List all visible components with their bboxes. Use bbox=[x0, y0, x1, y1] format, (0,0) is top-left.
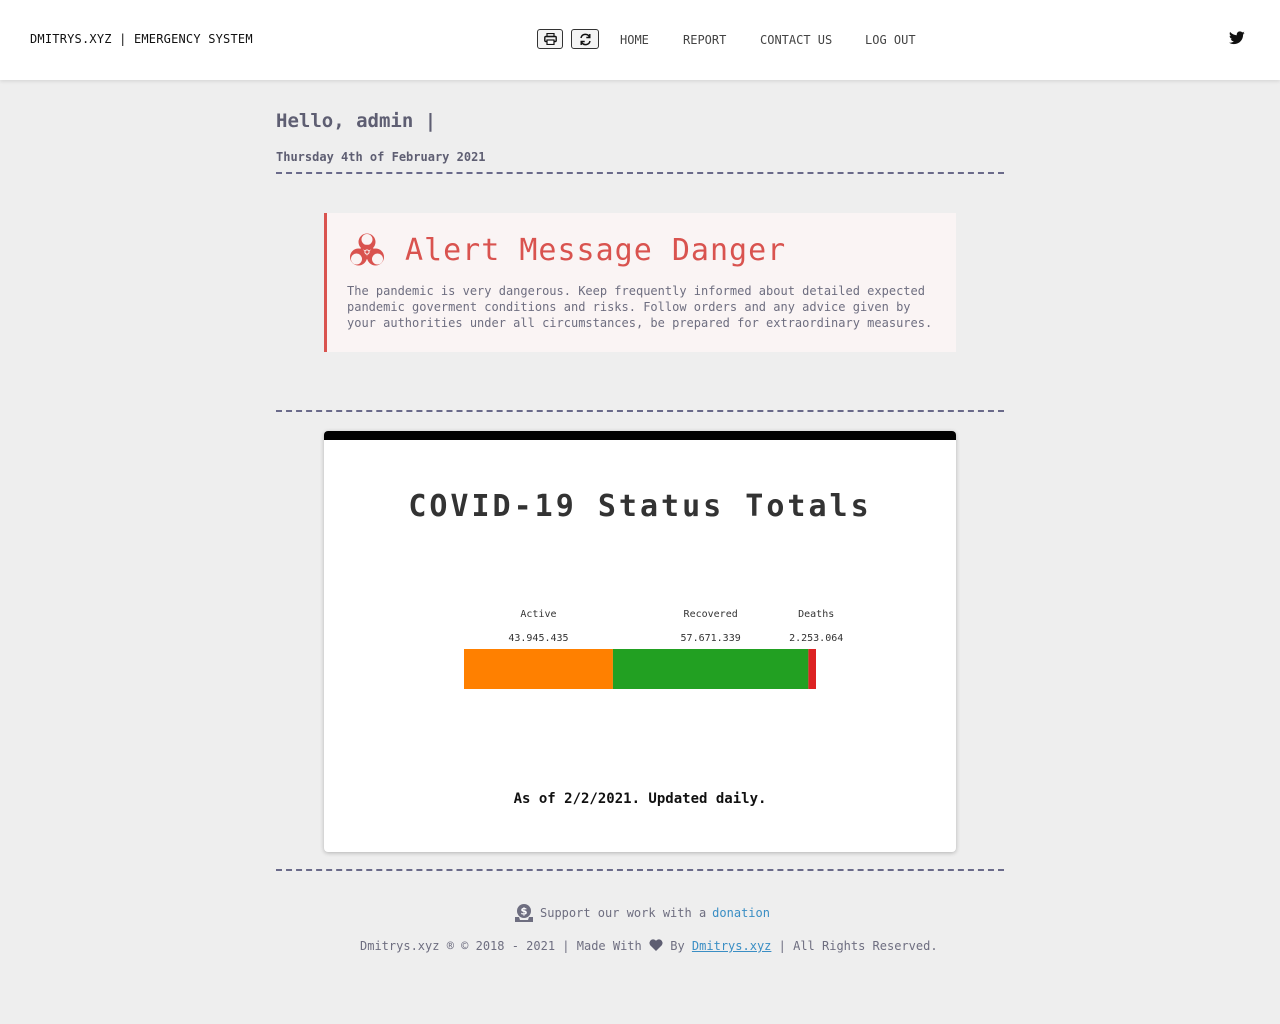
bar-segment-deaths bbox=[808, 649, 816, 689]
refresh-icon bbox=[579, 33, 591, 45]
footer: Dmitrys.xyz ® © 2018 - 2021 | Made With … bbox=[360, 939, 938, 953]
alert-danger-box: Alert Message Danger The pandemic is ver… bbox=[324, 213, 956, 352]
bar-segment-active bbox=[464, 649, 613, 689]
divider bbox=[276, 410, 1004, 412]
by-text: By bbox=[670, 939, 685, 953]
biohazard-icon bbox=[350, 233, 384, 266]
category-label: Recovered bbox=[684, 609, 738, 620]
covid-status-card: COVID-19 Status Totals Active 43.945.435 R… bbox=[324, 431, 956, 852]
alert-title: Alert Message Danger bbox=[405, 233, 787, 268]
value-label: 57.671.339 bbox=[681, 633, 741, 644]
copyright-text: Dmitrys.xyz ® © 2018 - 2021 | Made With bbox=[360, 939, 642, 953]
value-label: 2.253.064 bbox=[789, 633, 843, 644]
stacked-bar-chart: Active 43.945.435 Recovered 57.671.339 Death… bbox=[464, 609, 843, 689]
category-label: Deaths bbox=[798, 609, 834, 620]
money-bag-icon: $ bbox=[515, 904, 533, 922]
bar-segment-recovered bbox=[612, 649, 809, 689]
updated-note: As of 2/2/2021. Updated daily. bbox=[513, 791, 767, 807]
alert-message: The pandemic is very dangerous. Keep fre… bbox=[347, 284, 933, 330]
donation-link[interactable]: donation bbox=[712, 906, 770, 920]
print-icon bbox=[543, 33, 557, 45]
greeting-heading: Hello, admin | bbox=[276, 110, 437, 132]
divider bbox=[276, 869, 1004, 871]
value-label: 43.945.435 bbox=[508, 633, 568, 644]
nav-contact-us[interactable]: CONTACT US bbox=[760, 33, 832, 47]
refresh-button[interactable] bbox=[571, 29, 599, 49]
support-line: $ Support our work with a donation bbox=[514, 903, 770, 923]
twitter-icon[interactable] bbox=[1229, 31, 1245, 45]
nav-home[interactable]: HOME bbox=[620, 33, 649, 47]
print-button[interactable] bbox=[537, 29, 563, 49]
nav-log-out[interactable]: LOG OUT bbox=[865, 33, 916, 47]
svg-text:$: $ bbox=[521, 907, 528, 918]
heart-icon bbox=[649, 939, 663, 951]
category-label: Active bbox=[520, 609, 556, 620]
support-text: Support our work with a bbox=[540, 906, 707, 920]
nav-report[interactable]: REPORT bbox=[683, 33, 726, 47]
current-date: Thursday 4th of February 2021 bbox=[276, 150, 486, 164]
rights-text: | All Rights Reserved. bbox=[778, 939, 938, 953]
author-link[interactable]: Dmitrys.xyz bbox=[692, 939, 771, 953]
divider bbox=[276, 172, 1004, 174]
brand-title[interactable]: DMITRYS.XYZ | EMERGENCY SYSTEM bbox=[30, 32, 253, 46]
top-navbar: DMITRYS.XYZ | EMERGENCY SYSTEM HOME REPO… bbox=[0, 0, 1280, 80]
